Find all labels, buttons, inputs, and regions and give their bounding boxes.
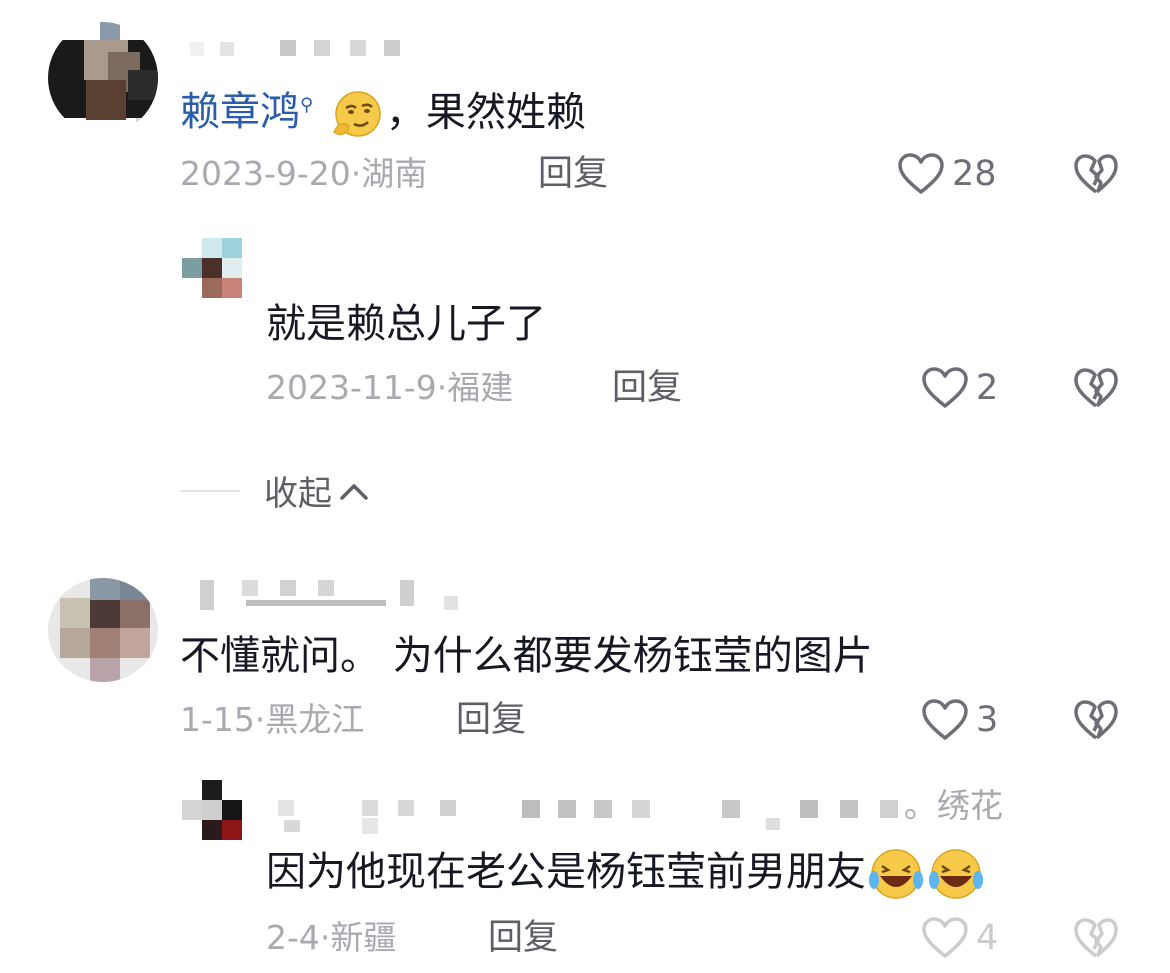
- like-button[interactable]: 28: [896, 152, 997, 196]
- heart-outline-icon: [922, 367, 968, 408]
- collapse-replies-button[interactable]: 收起: [180, 466, 372, 515]
- like-count: 28: [952, 154, 997, 194]
- like-button[interactable]: 4: [920, 916, 998, 960]
- reply-button[interactable]: 回复: [538, 152, 608, 196]
- heart-outline-icon: [898, 153, 944, 194]
- avatar[interactable]: [48, 578, 158, 682]
- comment-text: 不懂就问。 为什么都要发杨钰莹的图片: [180, 633, 873, 679]
- name-suffix: 。绣花: [904, 786, 1003, 825]
- like-button[interactable]: 2: [920, 366, 998, 410]
- reply-button[interactable]: 回复: [456, 698, 526, 742]
- broken-heart-icon[interactable]: [1072, 698, 1120, 742]
- heart-outline-icon: [922, 917, 968, 958]
- blurred-username[interactable]: [270, 796, 930, 836]
- reply-meta: 2023-11-9·福建: [266, 368, 514, 407]
- comment-meta: 2023-9-20·湖南: [180, 154, 428, 193]
- reply-text: 因为他现在老公是杨钰莹前男朋友: [266, 846, 986, 902]
- blurred-username[interactable]: [200, 580, 460, 610]
- reply-button[interactable]: 回复: [612, 366, 682, 410]
- broken-heart-icon[interactable]: [1072, 152, 1120, 196]
- reply-text: 就是赖总儿子了: [266, 301, 546, 347]
- thinking-smirk-emoji-icon: [333, 91, 381, 138]
- heart-outline-icon: [922, 699, 968, 740]
- laugh-cry-emoji-icon: [869, 849, 923, 899]
- laugh-cry-emoji-icon: [929, 849, 983, 899]
- broken-heart-icon[interactable]: [1072, 366, 1120, 410]
- search-icon: ⚲: [300, 95, 314, 116]
- like-button[interactable]: 3: [920, 698, 998, 742]
- avatar[interactable]: [48, 22, 158, 134]
- avatar[interactable]: [182, 238, 242, 300]
- chevron-up-icon: [340, 483, 368, 500]
- reply-meta: 2-4·新疆: [266, 918, 397, 957]
- like-count: 3: [976, 700, 999, 740]
- divider-line: [180, 489, 240, 492]
- blurred-username[interactable]: [190, 38, 430, 58]
- reply-button[interactable]: 回复: [488, 916, 558, 960]
- comment-text: 赖章鸿⚲ ，果然姓赖: [180, 80, 586, 142]
- collapse-label: 收起: [264, 474, 332, 514]
- mention-link[interactable]: 赖章鸿⚲: [180, 89, 313, 135]
- like-count: 2: [976, 368, 999, 408]
- comment-meta: 1-15·黑龙江: [180, 700, 365, 739]
- like-count: 4: [976, 918, 999, 958]
- avatar[interactable]: [182, 780, 242, 842]
- broken-heart-icon[interactable]: [1072, 916, 1120, 960]
